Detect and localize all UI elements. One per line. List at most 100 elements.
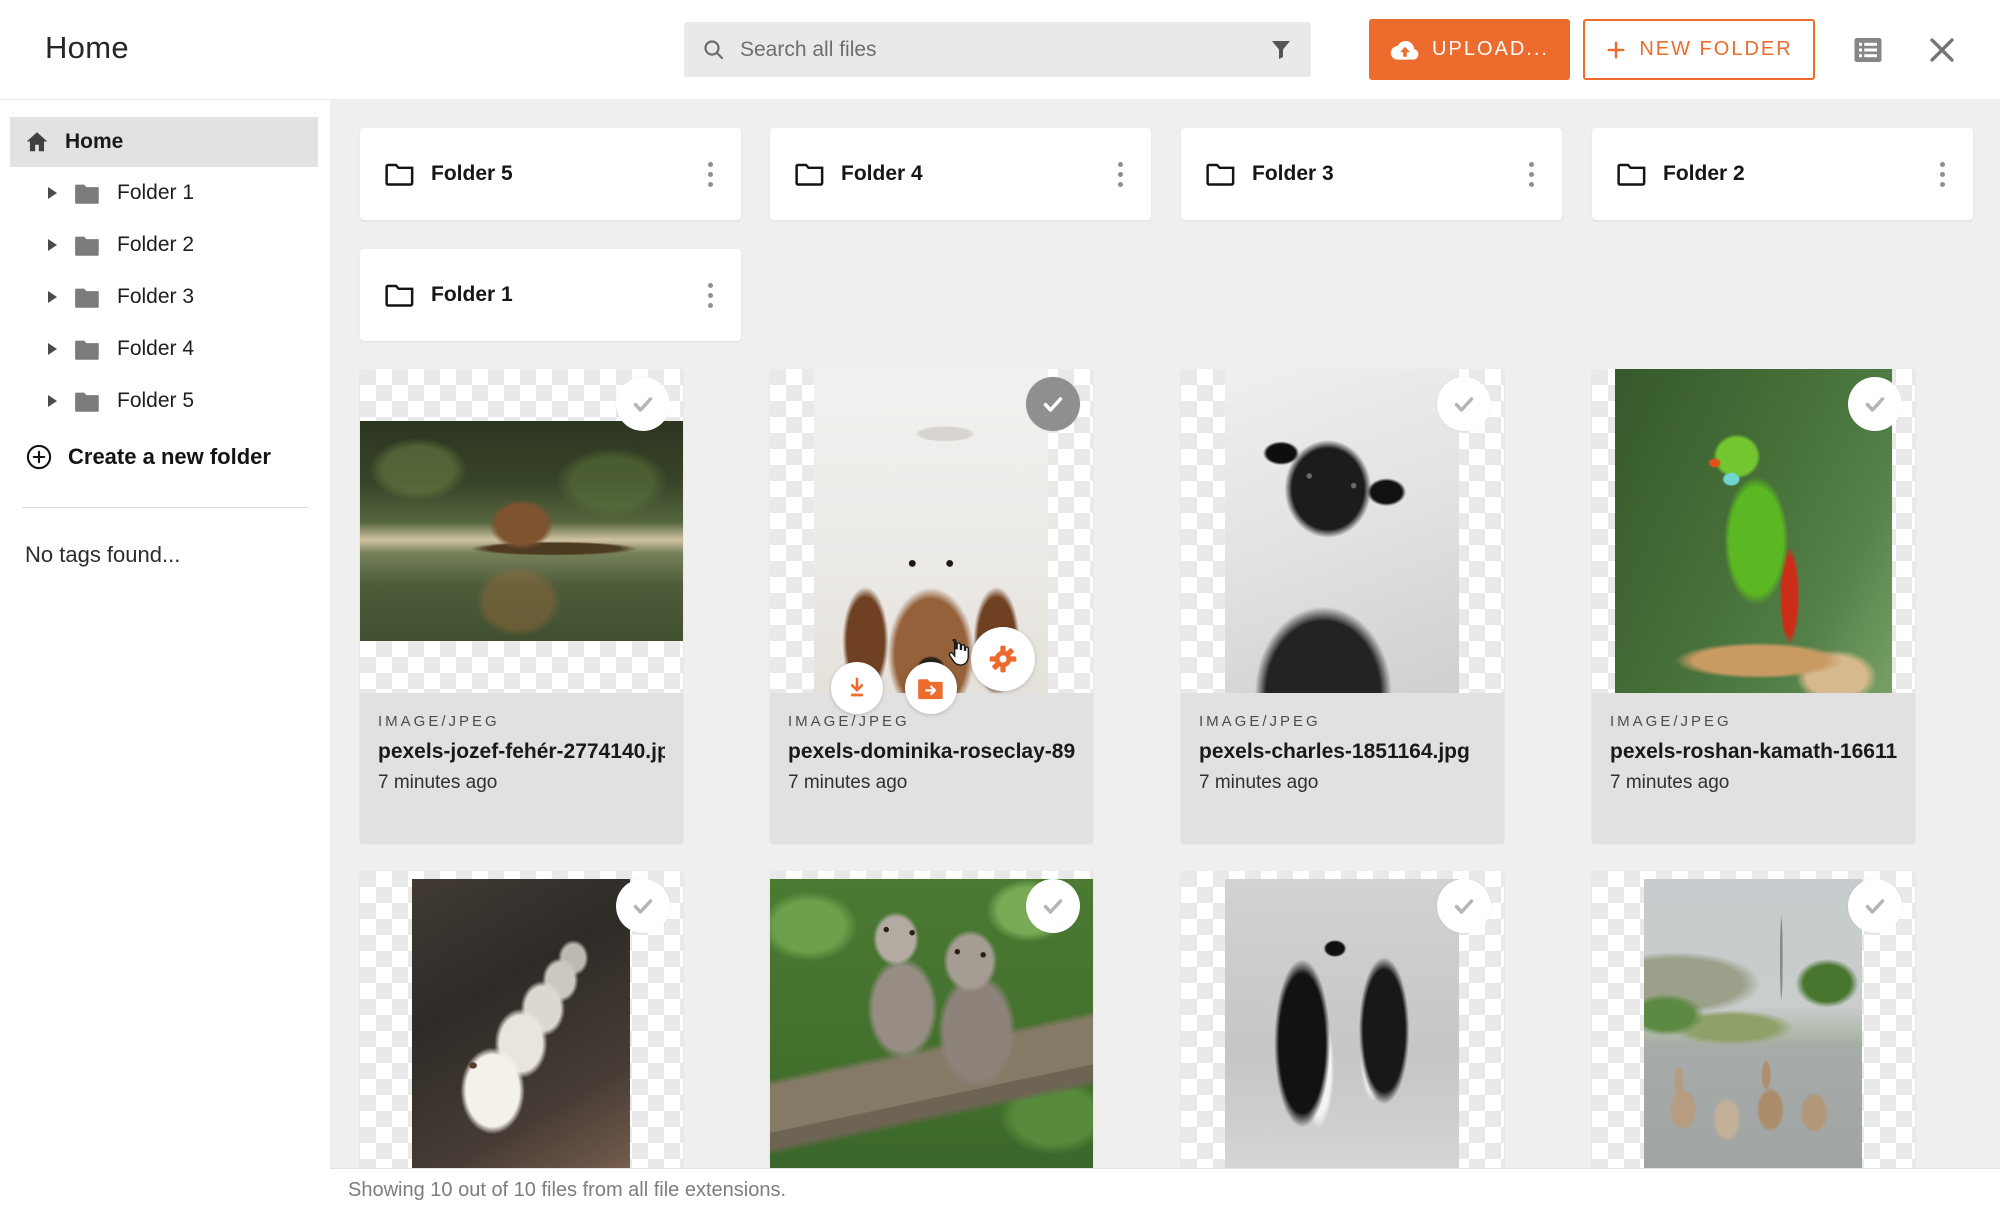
file-photo-black-pug [1225,369,1459,693]
close-icon [1925,33,1959,67]
file-card[interactable]: IMAGE/JPEG pexels-charles-1851164.jpg 7 … [1181,369,1504,843]
sidebar-folder-label: Folder 3 [117,285,194,309]
file-photo-penguins [1225,879,1459,1195]
sidebar-item-folder-2[interactable]: Folder 2 [0,219,330,271]
check-icon [1449,389,1479,419]
file-name: pexels-roshan-kamath-16611... [1610,740,1897,764]
search-bar[interactable] [684,22,1311,77]
topbar: Home UPLOAD... NEW FOLDER [0,0,2000,100]
file-modified: 7 minutes ago [788,772,1075,794]
folder-card-name: Folder 5 [431,162,700,186]
close-button[interactable] [1922,30,1962,70]
caret-right-icon[interactable] [48,239,57,251]
kebab-menu-button[interactable] [1110,156,1131,193]
download-button[interactable] [831,662,883,714]
sidebar: Home Folder 1 Folder 2 Folder 3 [0,100,330,1212]
check-icon [1860,389,1890,419]
file-photo-dog-swimming [360,421,683,641]
file-name: pexels-jozef-fehér-2774140.jpg [378,740,665,764]
file-photo-geese-crossing-road [1644,879,1862,1195]
file-mime: IMAGE/JPEG [1199,713,1486,730]
file-card[interactable] [360,871,683,1212]
sidebar-folder-label: Folder 5 [117,389,194,413]
folder-icon [74,337,101,361]
folder-card-4[interactable]: Folder 4 [770,128,1151,220]
kebab-menu-button[interactable] [1932,156,1953,193]
file-card[interactable] [770,871,1093,1212]
search-input[interactable] [740,38,1269,62]
file-modified: 7 minutes ago [1610,772,1897,794]
select-checkbox[interactable] [1437,879,1491,933]
sidebar-item-folder-5[interactable]: Folder 5 [0,375,330,427]
folder-card-2[interactable]: Folder 2 [1592,128,1973,220]
sidebar-folder-label: Folder 4 [117,337,194,361]
sidebar-folder-label: Folder 2 [117,233,194,257]
file-card[interactable] [1181,871,1504,1212]
check-icon [628,389,658,419]
sidebar-item-folder-1[interactable]: Folder 1 [0,167,330,219]
folder-icon [74,285,101,309]
file-card[interactable]: IMAGE/JPEG pexels-roshan-kamath-16611...… [1592,369,1915,843]
check-icon [1449,891,1479,921]
folder-card-5[interactable]: Folder 5 [360,128,741,220]
sidebar-item-folder-4[interactable]: Folder 4 [0,323,330,375]
check-icon [1038,891,1068,921]
list-view-button[interactable] [1848,30,1888,70]
new-folder-button[interactable]: NEW FOLDER [1583,19,1815,80]
move-to-folder-icon [917,675,945,701]
folder-card-3[interactable]: Folder 3 [1181,128,1562,220]
sidebar-item-folder-3[interactable]: Folder 3 [0,271,330,323]
select-checkbox[interactable] [1848,377,1902,431]
select-checkbox[interactable] [1848,879,1902,933]
select-checkbox[interactable] [1026,879,1080,933]
check-icon [1038,389,1068,419]
download-icon [844,675,870,701]
check-icon [1860,891,1890,921]
file-thumbnail [360,871,683,1195]
create-folder-label: Create a new folder [68,444,271,470]
file-photo-green-parrot [1615,369,1892,693]
folder-icon [74,389,101,413]
filter-icon[interactable] [1269,38,1293,62]
sidebar-item-home-label: Home [65,130,123,154]
file-card[interactable]: IMAGE/JPEG pexels-jozef-fehér-2774140.jp… [360,369,683,843]
folder-card-1[interactable]: Folder 1 [360,249,741,341]
folder-icon [1617,161,1647,187]
select-checkbox[interactable] [616,377,670,431]
file-modified: 7 minutes ago [1199,772,1486,794]
file-card[interactable] [1592,871,1915,1212]
cloud-upload-icon [1390,38,1420,62]
folder-icon [385,282,415,308]
kebab-menu-button[interactable] [700,156,721,193]
caret-right-icon[interactable] [48,395,57,407]
select-checkbox[interactable] [1437,377,1491,431]
file-thumbnail [770,871,1093,1195]
file-mime: IMAGE/JPEG [1610,713,1897,730]
file-thumbnail [1181,871,1504,1195]
folder-icon [385,161,415,187]
file-modified: 7 minutes ago [378,772,665,794]
file-browser: Folder 5 Folder 4 Folder 3 Folder 2 [330,100,2000,1212]
search-icon [702,38,726,62]
kebab-menu-button[interactable] [700,277,721,314]
caret-right-icon[interactable] [48,343,57,355]
file-mime: IMAGE/JPEG [788,713,1075,730]
file-photo-seagulls-row [412,879,630,1195]
caret-right-icon[interactable] [48,291,57,303]
file-thumbnail [1181,369,1504,693]
file-card-hovered[interactable]: IMAGE/JPEG pexels-dominika-roseclay-89..… [770,369,1093,843]
home-icon [24,129,50,155]
file-meta: IMAGE/JPEG pexels-jozef-fehér-2774140.jp… [360,693,683,843]
upload-button[interactable]: UPLOAD... [1369,19,1570,80]
settings-button[interactable] [971,627,1035,691]
move-to-folder-button[interactable] [905,662,957,714]
sidebar-item-home[interactable]: Home [10,117,318,167]
select-checkbox[interactable] [616,879,670,933]
select-checkbox[interactable] [1026,377,1080,431]
new-folder-button-label: NEW FOLDER [1639,38,1792,61]
media-library-window: Home UPLOAD... NEW FOLDER [0,0,2000,1212]
caret-right-icon[interactable] [48,187,57,199]
create-folder-button[interactable]: Create a new folder [0,433,330,481]
kebab-menu-button[interactable] [1521,156,1542,193]
file-meta: IMAGE/JPEG pexels-roshan-kamath-16611...… [1592,693,1915,843]
